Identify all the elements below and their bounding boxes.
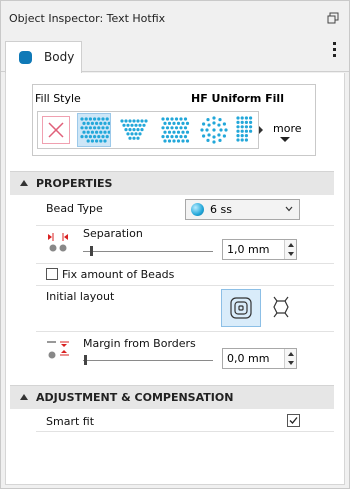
panel-title: Object Inspector: Text Hotfix [9, 12, 166, 25]
initial-layout-label: Initial layout [46, 290, 115, 303]
separation-slider-thumb[interactable] [90, 246, 93, 256]
fix-amount-label: Fix amount of Beads [62, 268, 175, 281]
adjustment-section-header[interactable]: ADJUSTMENT & COMPENSATION [10, 385, 334, 409]
separation-value: 1,0 mm [227, 243, 270, 256]
uniform-fill-icon [80, 117, 111, 143]
increment-icon[interactable] [288, 243, 294, 247]
spin-buttons[interactable] [284, 349, 296, 368]
separation-icon [48, 233, 68, 252]
layout-hexagon-button[interactable] [261, 289, 301, 327]
decrement-icon[interactable] [288, 252, 294, 256]
more-vertical-icon[interactable] [333, 42, 337, 58]
fill-style-label: Fill Style [35, 92, 81, 105]
margin-stepper[interactable]: 0,0 mm [222, 348, 297, 369]
tab-label: Body [44, 50, 75, 64]
checkmark-icon [289, 417, 298, 424]
more-label: more [273, 122, 302, 135]
smart-fit-checkbox[interactable] [287, 414, 300, 427]
properties-section-header[interactable]: PROPERTIES [10, 171, 334, 195]
gallery-scroll-right-icon[interactable] [259, 126, 263, 134]
increment-icon[interactable] [288, 352, 294, 356]
separation-label: Separation [83, 227, 143, 240]
collapse-triangle-icon [20, 180, 28, 186]
chevron-down-icon [280, 137, 290, 142]
fill-style-more-button[interactable]: more [268, 120, 308, 148]
bead-type-value: 6 ss [210, 203, 232, 216]
section-title: ADJUSTMENT & COMPENSATION [36, 391, 234, 404]
spiral-layout-icon [230, 297, 252, 319]
decrement-icon[interactable] [288, 361, 294, 365]
separation-stepper[interactable]: 1,0 mm [222, 239, 297, 260]
body-color-icon [19, 51, 32, 64]
bead-type-select[interactable]: 6 ss [185, 199, 300, 220]
separation-slider[interactable] [83, 251, 213, 252]
hexagon-layout-icon [273, 296, 289, 318]
spin-buttons[interactable] [284, 240, 296, 259]
margin-slider-thumb[interactable] [84, 355, 87, 365]
chevron-down-icon [285, 206, 293, 212]
dots-fill-icon [161, 117, 190, 143]
fill-style-uniform[interactable] [77, 113, 111, 147]
none-icon [42, 116, 70, 144]
margin-icon [47, 341, 69, 359]
divider [36, 225, 334, 226]
divider [36, 331, 334, 332]
title-bar: Object Inspector: Text Hotfix [1, 1, 349, 35]
section-title: PROPERTIES [36, 177, 113, 190]
margin-label: Margin from Borders [83, 337, 196, 350]
partial-fill-icon [236, 116, 253, 142]
fix-amount-checkbox[interactable] [46, 268, 58, 280]
divider [36, 431, 334, 432]
bead-icon [191, 203, 204, 216]
collapse-triangle-icon [20, 394, 28, 400]
divider [36, 285, 334, 286]
divider [36, 263, 334, 264]
bead-type-label: Bead Type [46, 202, 103, 215]
tab-body[interactable]: Body [5, 41, 82, 73]
margin-slider[interactable] [83, 360, 213, 361]
fill-style-dots[interactable] [157, 113, 191, 147]
spiral-fill-icon [200, 116, 228, 144]
fill-style-gallery [37, 111, 259, 149]
smart-fit-label: Smart fit [46, 415, 95, 428]
fill-style-pattern[interactable] [117, 113, 151, 147]
tab-bar: Body [1, 35, 349, 73]
pattern-fill-icon [120, 119, 148, 140]
fill-style-partial[interactable] [233, 113, 258, 147]
fill-style-spiral[interactable] [197, 113, 231, 147]
margin-value: 0,0 mm [227, 352, 270, 365]
fill-style-value: HF Uniform Fill [191, 92, 284, 105]
restore-window-icon[interactable] [327, 12, 339, 24]
layout-spiral-button[interactable] [221, 289, 261, 327]
fill-style-none[interactable] [39, 113, 73, 147]
